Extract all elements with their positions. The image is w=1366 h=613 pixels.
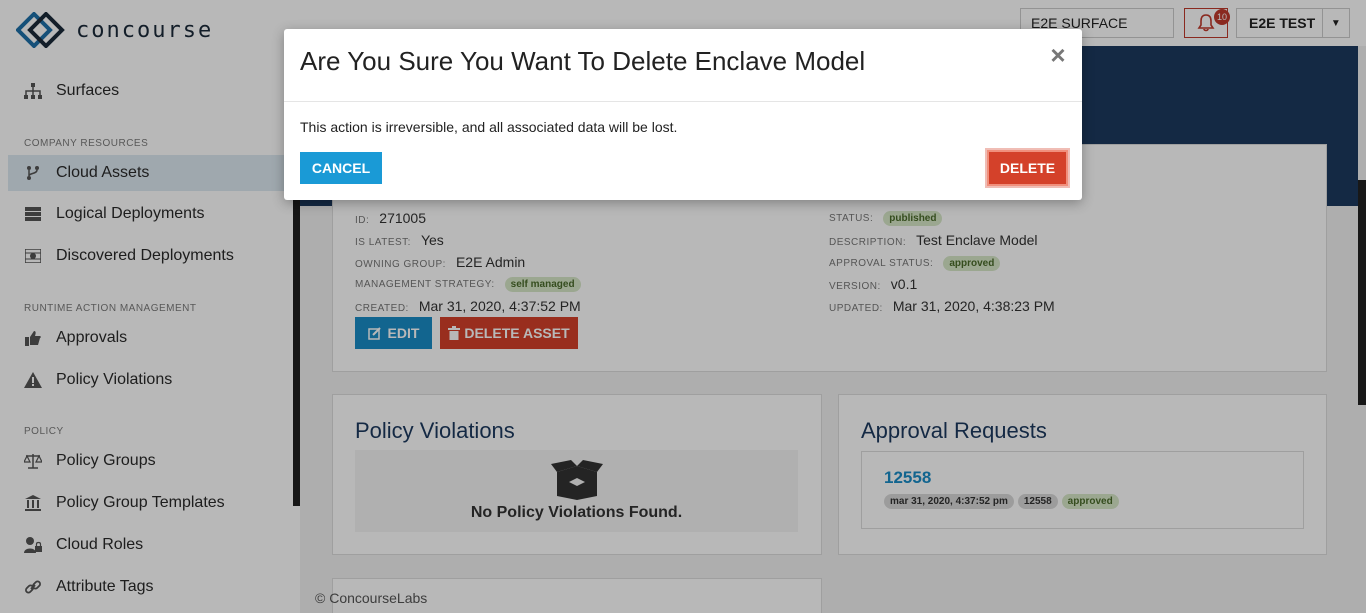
dialog-header: Are You Sure You Want To Delete Enclave … xyxy=(284,29,1082,102)
dialog-title: Are You Sure You Want To Delete Enclave … xyxy=(300,46,866,76)
delete-button[interactable]: DELETE xyxy=(987,150,1068,186)
close-icon[interactable]: × xyxy=(1046,41,1070,69)
dialog-message: This action is irreversible, and all ass… xyxy=(300,119,678,135)
delete-confirm-dialog: Are You Sure You Want To Delete Enclave … xyxy=(284,29,1082,200)
cancel-button[interactable]: CANCEL xyxy=(300,152,382,184)
